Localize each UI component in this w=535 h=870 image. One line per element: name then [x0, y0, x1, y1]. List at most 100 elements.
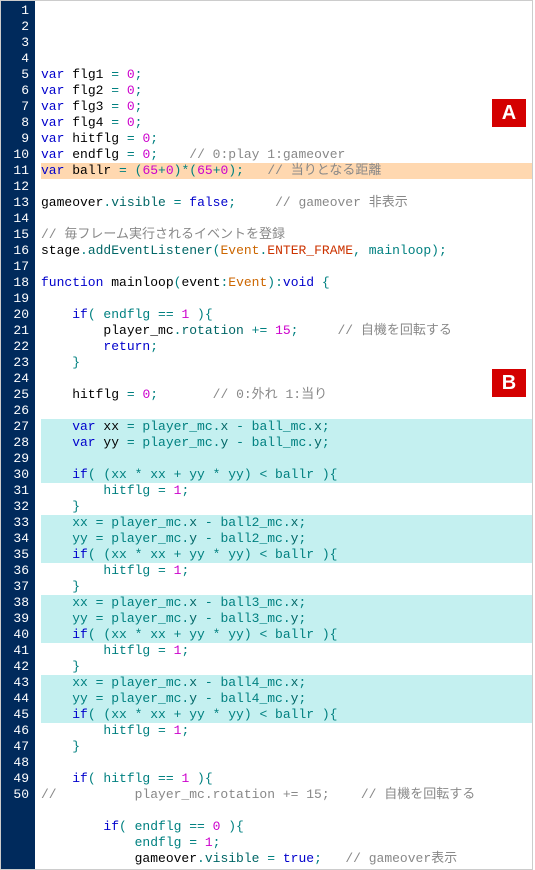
code-line: xx = player_mc.x - ball2_mc.x;	[41, 515, 532, 531]
line-number: 24	[5, 371, 29, 387]
line-number: 34	[5, 531, 29, 547]
code-line	[41, 259, 532, 275]
code-line: gameover.visible = true; // gameover表示	[41, 851, 532, 867]
line-number: 4	[5, 51, 29, 67]
code-line: return;	[41, 339, 532, 355]
code-line: if( (xx * xx + yy * yy) < ballr ){	[41, 547, 532, 563]
line-number: 18	[5, 275, 29, 291]
code-line: }	[41, 355, 532, 371]
code-line: yy = player_mc.y - ball2_mc.y;	[41, 531, 532, 547]
code-line: var hitflg = 0;	[41, 131, 532, 147]
line-number: 45	[5, 707, 29, 723]
code-line: var flg3 = 0;	[41, 99, 532, 115]
line-number: 27	[5, 419, 29, 435]
line-number: 30	[5, 467, 29, 483]
code-line: xx = player_mc.x - ball4_mc.x;	[41, 675, 532, 691]
code-line: if( (xx * xx + yy * yy) < ballr ){	[41, 467, 532, 483]
code-line	[41, 211, 532, 227]
code-line: hitflg = 1;	[41, 643, 532, 659]
code-line: yy = player_mc.y - ball4_mc.y;	[41, 691, 532, 707]
code-line: function mainloop(event:Event):void {	[41, 275, 532, 291]
line-number: 47	[5, 739, 29, 755]
line-number: 36	[5, 563, 29, 579]
code-line: hitflg = 1;	[41, 723, 532, 739]
code-line: var ballr = (65+0)*(65+0); // 当りとなる距離	[41, 163, 532, 179]
line-number: 38	[5, 595, 29, 611]
line-number: 16	[5, 243, 29, 259]
line-number: 5	[5, 67, 29, 83]
line-number: 46	[5, 723, 29, 739]
code-line	[41, 291, 532, 307]
code-line	[41, 451, 532, 467]
code-line	[41, 803, 532, 819]
line-number: 48	[5, 755, 29, 771]
annotation-a: A	[492, 99, 526, 127]
line-number: 32	[5, 499, 29, 515]
line-number: 19	[5, 291, 29, 307]
line-number: 29	[5, 451, 29, 467]
line-number: 35	[5, 547, 29, 563]
line-number: 42	[5, 659, 29, 675]
code-editor: 1234567891011121314151617181920212223242…	[0, 0, 533, 870]
line-number: 49	[5, 771, 29, 787]
line-number: 17	[5, 259, 29, 275]
code-line: }	[41, 739, 532, 755]
line-number: 26	[5, 403, 29, 419]
line-number: 43	[5, 675, 29, 691]
code-line: }	[41, 659, 532, 675]
code-line: var yy = player_mc.y - ball_mc.y;	[41, 435, 532, 451]
code-line: if( endflg == 1 ){	[41, 307, 532, 323]
line-number: 12	[5, 179, 29, 195]
code-line: player_mc.rotation += 15; // 自機を回転する	[41, 323, 532, 339]
code-line: }	[41, 499, 532, 515]
line-number: 41	[5, 643, 29, 659]
line-number: 10	[5, 147, 29, 163]
code-line: endflg = 1;	[41, 835, 532, 851]
code-area: A B var flg1 = 0;var flg2 = 0;var flg3 =…	[35, 1, 532, 869]
code-line: // 毎フレーム実行されるイベントを登録	[41, 227, 532, 243]
line-number: 11	[5, 163, 29, 179]
line-number: 3	[5, 35, 29, 51]
code-line: var endflg = 0; // 0:play 1:gameover	[41, 147, 532, 163]
code-line: var flg1 = 0;	[41, 67, 532, 83]
line-number: 37	[5, 579, 29, 595]
line-number: 20	[5, 307, 29, 323]
code-line	[41, 755, 532, 771]
line-number: 14	[5, 211, 29, 227]
code-line: var xx = player_mc.x - ball_mc.x;	[41, 419, 532, 435]
code-line: var flg2 = 0;	[41, 83, 532, 99]
code-line: stage.addEventListener(Event.ENTER_FRAME…	[41, 243, 532, 259]
line-number: 28	[5, 435, 29, 451]
line-number: 13	[5, 195, 29, 211]
code-line: yy = player_mc.y - ball3_mc.y;	[41, 611, 532, 627]
line-number: 44	[5, 691, 29, 707]
code-line: }	[41, 579, 532, 595]
line-number: 9	[5, 131, 29, 147]
code-line	[41, 403, 532, 419]
line-number: 8	[5, 115, 29, 131]
line-number: 23	[5, 355, 29, 371]
code-line: xx = player_mc.x - ball3_mc.x;	[41, 595, 532, 611]
code-line: if( (xx * xx + yy * yy) < ballr ){	[41, 707, 532, 723]
code-line: hitflg = 1;	[41, 483, 532, 499]
line-number: 6	[5, 83, 29, 99]
code-line	[41, 179, 532, 195]
code-line: if( hitflg == 1 ){	[41, 771, 532, 787]
line-number: 21	[5, 323, 29, 339]
line-number: 40	[5, 627, 29, 643]
annotation-b: B	[492, 369, 526, 397]
line-number: 25	[5, 387, 29, 403]
line-number: 7	[5, 99, 29, 115]
code-line: if( endflg == 0 ){	[41, 819, 532, 835]
line-number: 1	[5, 3, 29, 19]
line-number: 39	[5, 611, 29, 627]
code-line	[41, 371, 532, 387]
code-line: var flg4 = 0;	[41, 115, 532, 131]
code-line: hitflg = 1;	[41, 563, 532, 579]
line-number: 2	[5, 19, 29, 35]
line-number-gutter: 1234567891011121314151617181920212223242…	[1, 1, 35, 869]
code-line: gameover.visible = false; // gameover 非表…	[41, 195, 532, 211]
line-number: 15	[5, 227, 29, 243]
line-number: 31	[5, 483, 29, 499]
code-line: hitflg = 0; // 0:外れ 1:当り	[41, 387, 532, 403]
